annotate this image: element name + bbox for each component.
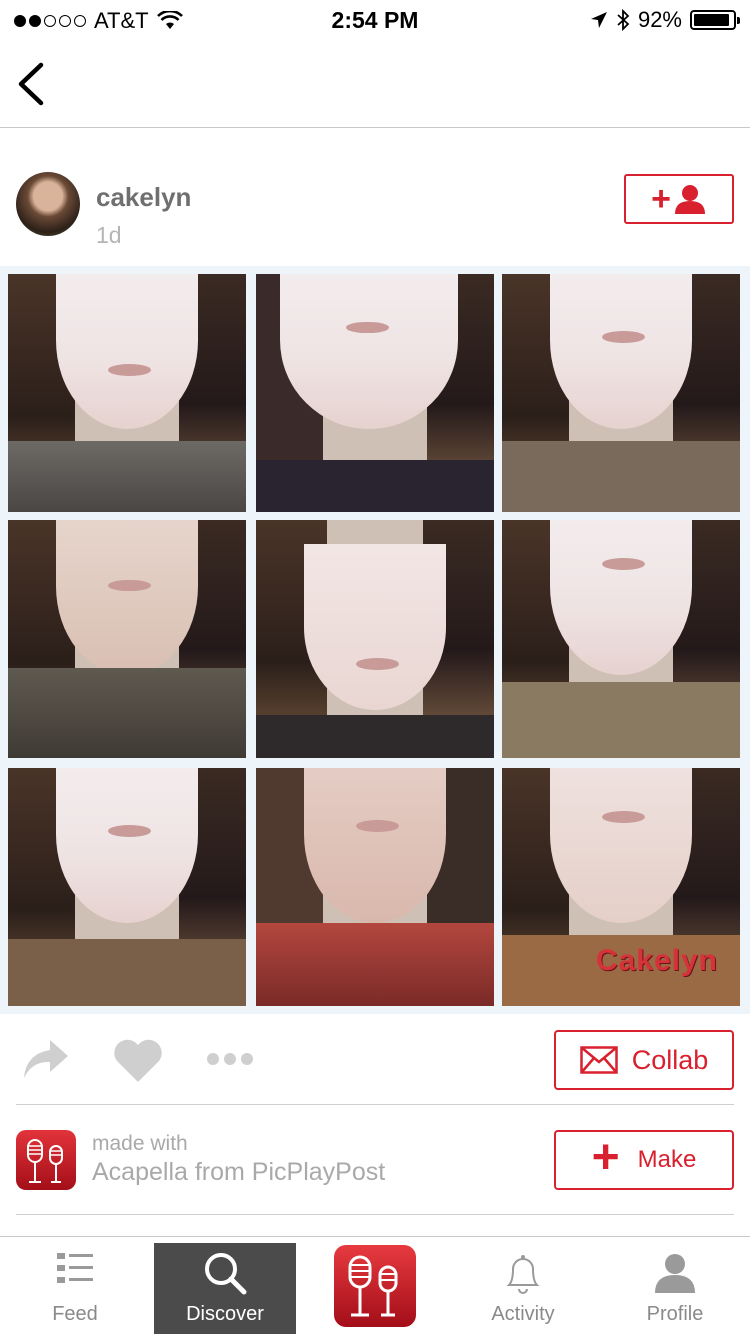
post-actions: Collab [0, 1024, 750, 1104]
make-label: Make [637, 1146, 697, 1173]
tab-label: Activity [491, 1303, 555, 1325]
microphone-icon [348, 1255, 398, 1317]
status-bar: AT&T 2:54 PM 92% [0, 0, 750, 40]
tab-discover[interactable]: Discover [154, 1243, 296, 1334]
tab-activity[interactable]: Activity [452, 1237, 594, 1334]
made-with-app-name[interactable]: Acapella from PicPlayPost [92, 1158, 385, 1187]
tab-profile[interactable]: Profile [604, 1237, 746, 1334]
made-with-banner: made with Acapella from PicPlayPost + Ma… [0, 1120, 750, 1210]
bell-icon [506, 1255, 540, 1294]
tab-label: Profile [646, 1303, 704, 1325]
feed-list-icon [57, 1253, 93, 1283]
collage-tile [502, 274, 740, 512]
user-icon [674, 185, 705, 214]
watermark: Cakelyn [595, 944, 718, 977]
plus-icon: + [591, 1131, 620, 1184]
post-header: cakelyn 1d + [0, 160, 750, 260]
envelope-icon [579, 1046, 618, 1074]
post-age: 1d [96, 222, 122, 248]
tab-bar: Feed Discover Activity Profile [0, 1236, 750, 1334]
navigation-bar [0, 40, 750, 128]
username[interactable]: cakelyn [96, 182, 191, 213]
divider [16, 1214, 734, 1215]
made-with-label: made with [92, 1132, 188, 1155]
collage-tile: Cakelyn [502, 768, 740, 1006]
collage-tile [256, 520, 494, 758]
share-icon[interactable] [22, 1038, 70, 1082]
bluetooth-icon [617, 9, 630, 31]
search-icon [205, 1253, 247, 1295]
collage-tile [8, 768, 246, 1006]
collage-tile [502, 520, 740, 758]
profile-person-icon [655, 1254, 695, 1293]
heart-icon[interactable] [112, 1038, 164, 1084]
battery-percent: 92% [637, 7, 682, 32]
collab-button[interactable]: Collab [554, 1030, 734, 1090]
tab-feed[interactable]: Feed [4, 1237, 146, 1334]
plus-icon: + [651, 180, 671, 218]
tab-create-acapella[interactable] [334, 1245, 416, 1327]
divider [16, 1104, 734, 1105]
tab-label: Feed [52, 1303, 98, 1325]
more-options-icon[interactable] [206, 1052, 254, 1066]
collage-tile [8, 520, 246, 758]
collage-tile [256, 274, 494, 512]
tab-label: Discover [186, 1303, 264, 1325]
location-arrow-icon [590, 12, 607, 28]
collage-tile [8, 274, 246, 512]
follow-button[interactable]: + [624, 174, 734, 224]
collab-label: Collab [631, 1044, 709, 1075]
acapella-app-icon[interactable] [16, 1130, 76, 1190]
avatar[interactable] [16, 172, 80, 236]
make-button[interactable]: + Make [554, 1130, 734, 1190]
back-chevron-icon[interactable] [14, 62, 48, 106]
video-collage[interactable]: Cakelyn [0, 266, 750, 1014]
collage-tile [256, 768, 494, 1006]
battery-icon [690, 10, 740, 30]
